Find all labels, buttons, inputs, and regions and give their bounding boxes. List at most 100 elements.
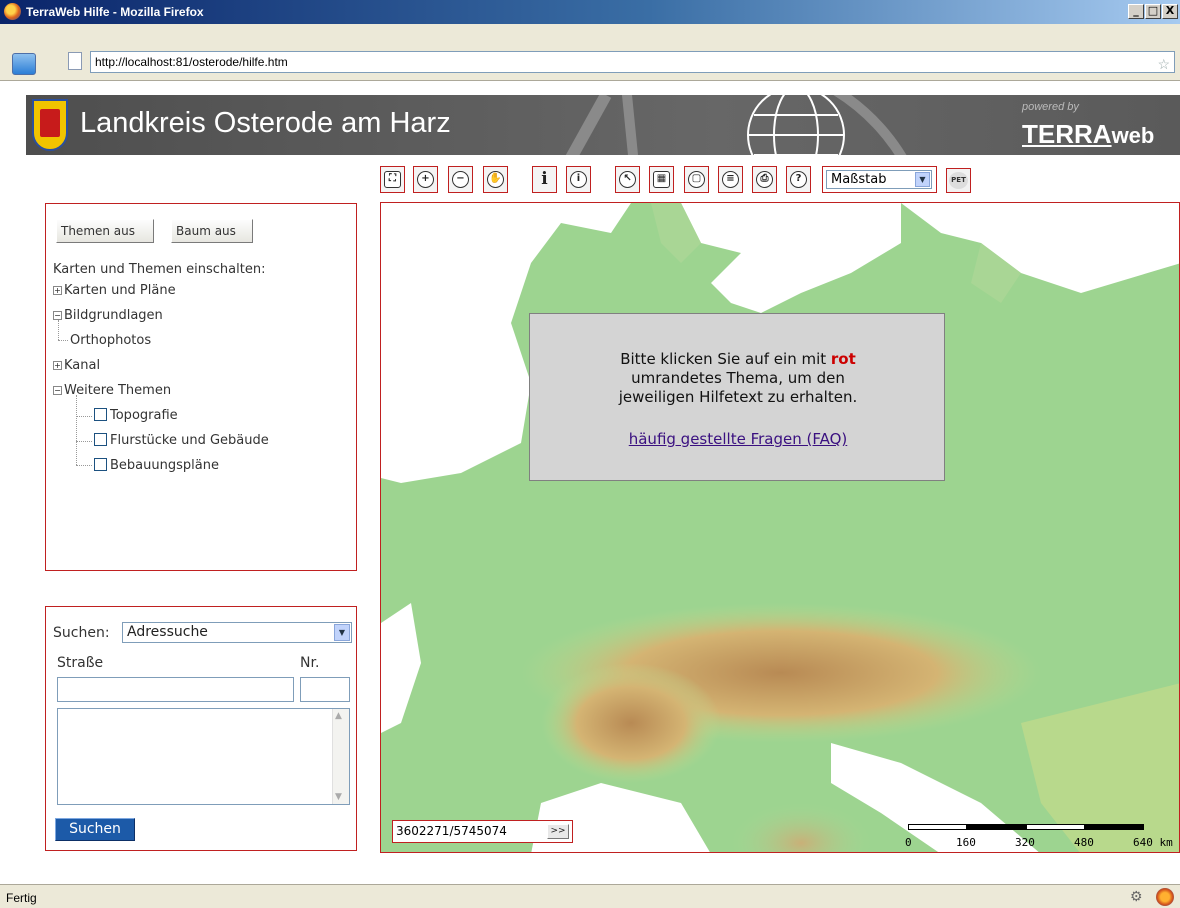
street-input[interactable] — [57, 677, 294, 702]
tree-item-karten[interactable]: + Karten und Pläne — [53, 283, 176, 298]
firefox-status-icon[interactable] — [1156, 888, 1174, 906]
expand-icon[interactable]: + — [53, 361, 62, 370]
print-icon: ⎙ — [756, 171, 773, 188]
bebauungsplaene-checkbox[interactable] — [94, 458, 107, 471]
search-label: Suchen: — [53, 625, 110, 641]
map-scale-bar: 0 160 320 480 640 km — [900, 822, 1180, 852]
close-button[interactable]: X — [1162, 4, 1178, 19]
firefox-icon — [4, 3, 21, 20]
tree-item-bebauungsplaene[interactable]: Bebauungspläne — [94, 458, 219, 473]
select-icon: ↖ — [619, 171, 636, 188]
tree-connector — [76, 416, 92, 417]
pet-icon: PET — [949, 172, 968, 189]
tree-item-label: Topografie — [110, 408, 178, 423]
help-button[interactable]: ? — [786, 166, 811, 193]
scale-segment — [1085, 824, 1144, 830]
scrollbar[interactable]: ▲ ▼ — [332, 709, 349, 804]
minimize-button[interactable]: _ — [1128, 4, 1144, 19]
tree-item-label: Karten und Pläne — [64, 283, 176, 298]
tree-connector — [58, 340, 68, 341]
logo-terra: TERRA — [1022, 119, 1112, 149]
coordinate-go-button[interactable]: >> — [547, 824, 569, 839]
scale-label: 0 — [905, 836, 912, 849]
tree-item-label: Bildgrundlagen — [64, 308, 163, 323]
zoom-out-button[interactable]: − — [448, 166, 473, 193]
coat-of-arms-icon — [32, 99, 68, 151]
zoom-in-icon: + — [417, 171, 434, 188]
tree-connector — [58, 320, 59, 340]
tree-item-kanal[interactable]: + Kanal — [53, 358, 100, 373]
info-detail-button[interactable]: i — [566, 166, 591, 193]
full-extent-icon: ⛶ — [384, 171, 401, 188]
help-line3: jeweiligen Hilfetext zu erhalten. — [618, 388, 858, 406]
tree-item-weitere-themen[interactable]: − Weitere Themen — [53, 383, 171, 398]
status-bar: Fertig ⚙ — [0, 884, 1180, 908]
number-label: Nr. — [300, 655, 320, 671]
print-button[interactable]: ⎙ — [752, 166, 777, 193]
pet-button[interactable]: PET — [946, 168, 971, 193]
info-detail-icon: i — [570, 171, 587, 188]
tree-item-orthophotos[interactable]: Orthophotos — [70, 333, 151, 348]
powered-by-text: powered by — [1022, 101, 1079, 113]
globe-graphic — [565, 95, 907, 155]
scroll-up-icon[interactable]: ▲ — [335, 711, 342, 721]
scale-segment — [967, 824, 1026, 830]
tree-item-topografie[interactable]: Topografie — [94, 408, 178, 423]
tree-item-label: Kanal — [64, 358, 101, 373]
coordinate-value[interactable]: 3602271/5745074 — [396, 824, 507, 838]
street-label: Straße — [57, 655, 104, 671]
chevron-down-icon[interactable]: ▼ — [334, 624, 350, 641]
url-field[interactable]: http://localhost:81/osterode/hilfe.htm ☆ — [90, 51, 1175, 73]
scale-segment — [1026, 824, 1085, 830]
navigation-toolbar: http://localhost:81/osterode/hilfe.htm ☆ — [0, 24, 1180, 81]
collapse-icon[interactable]: − — [53, 311, 62, 320]
scroll-down-icon[interactable]: ▼ — [335, 792, 342, 802]
scale-segment — [908, 824, 967, 830]
search-type-value: Adressuche — [127, 624, 208, 640]
expand-icon[interactable]: + — [53, 286, 62, 295]
bookmark-star-icon[interactable]: ☆ — [1157, 54, 1170, 74]
overview-button[interactable]: ▢ — [684, 166, 709, 193]
legend-button[interactable]: ≡ — [718, 166, 743, 193]
number-input[interactable] — [300, 677, 350, 702]
tree-item-label: Weitere Themen — [64, 383, 172, 398]
tree-connector — [76, 441, 92, 442]
zoom-in-button[interactable]: + — [413, 166, 438, 193]
collapse-icon[interactable]: − — [53, 386, 62, 395]
overview-icon: ▢ — [688, 171, 705, 188]
tree-item-label: Flurstücke und Gebäude — [110, 433, 269, 448]
faq-link[interactable]: häufig gestellte Fragen (FAQ) — [530, 430, 946, 448]
search-panel: Suchen: Adressuche ▼ Straße Nr. ▲ ▼ — [45, 606, 357, 851]
legend-icon: ≡ — [722, 171, 739, 188]
search-type-select[interactable]: Adressuche ▼ — [122, 622, 352, 643]
info-button[interactable]: i — [532, 166, 557, 193]
topografie-checkbox[interactable] — [94, 408, 107, 421]
full-extent-button[interactable]: ⛶ — [380, 166, 405, 193]
tree-item-flurstuecke[interactable]: Flurstücke und Gebäude — [94, 433, 269, 448]
zoom-out-icon: − — [452, 171, 469, 188]
select-button[interactable]: ↖ — [615, 166, 640, 193]
help-icon: ? — [790, 171, 807, 188]
maximize-button[interactable]: □ — [1145, 4, 1161, 19]
scale-select-value: Maßstab — [831, 172, 887, 187]
terraweb-logo: TERRAweb — [1022, 119, 1154, 150]
window-title: TerraWeb Hilfe - Mozilla Firefox — [26, 5, 204, 19]
site-header: Landkreis Osterode am Harz powered by TE… — [26, 95, 1180, 155]
tree-item-bildgrundlagen[interactable]: − Bildgrundlagen — [53, 308, 163, 323]
tree-connector — [76, 395, 77, 465]
scale-label: 480 — [1074, 836, 1094, 849]
results-textarea[interactable]: ▲ ▼ — [57, 708, 350, 805]
map-view[interactable] — [380, 202, 1180, 853]
scale-label: 640 km — [1133, 836, 1173, 849]
pan-button[interactable]: ✋ — [483, 166, 508, 193]
chevron-down-icon[interactable]: ▼ — [915, 172, 930, 187]
go-icon[interactable] — [12, 53, 36, 75]
measure-button[interactable]: ▦ — [649, 166, 674, 193]
scale-select[interactable]: Maßstab ▼ — [822, 166, 937, 193]
addon-icon[interactable]: ⚙ — [1130, 888, 1148, 906]
search-button[interactable]: Suchen — [55, 818, 135, 841]
flurstuecke-checkbox[interactable] — [94, 433, 107, 446]
tree-off-button[interactable]: Baum aus — [171, 219, 253, 243]
themes-off-button[interactable]: Themen aus — [56, 219, 154, 243]
logo-web: web — [1111, 123, 1155, 148]
